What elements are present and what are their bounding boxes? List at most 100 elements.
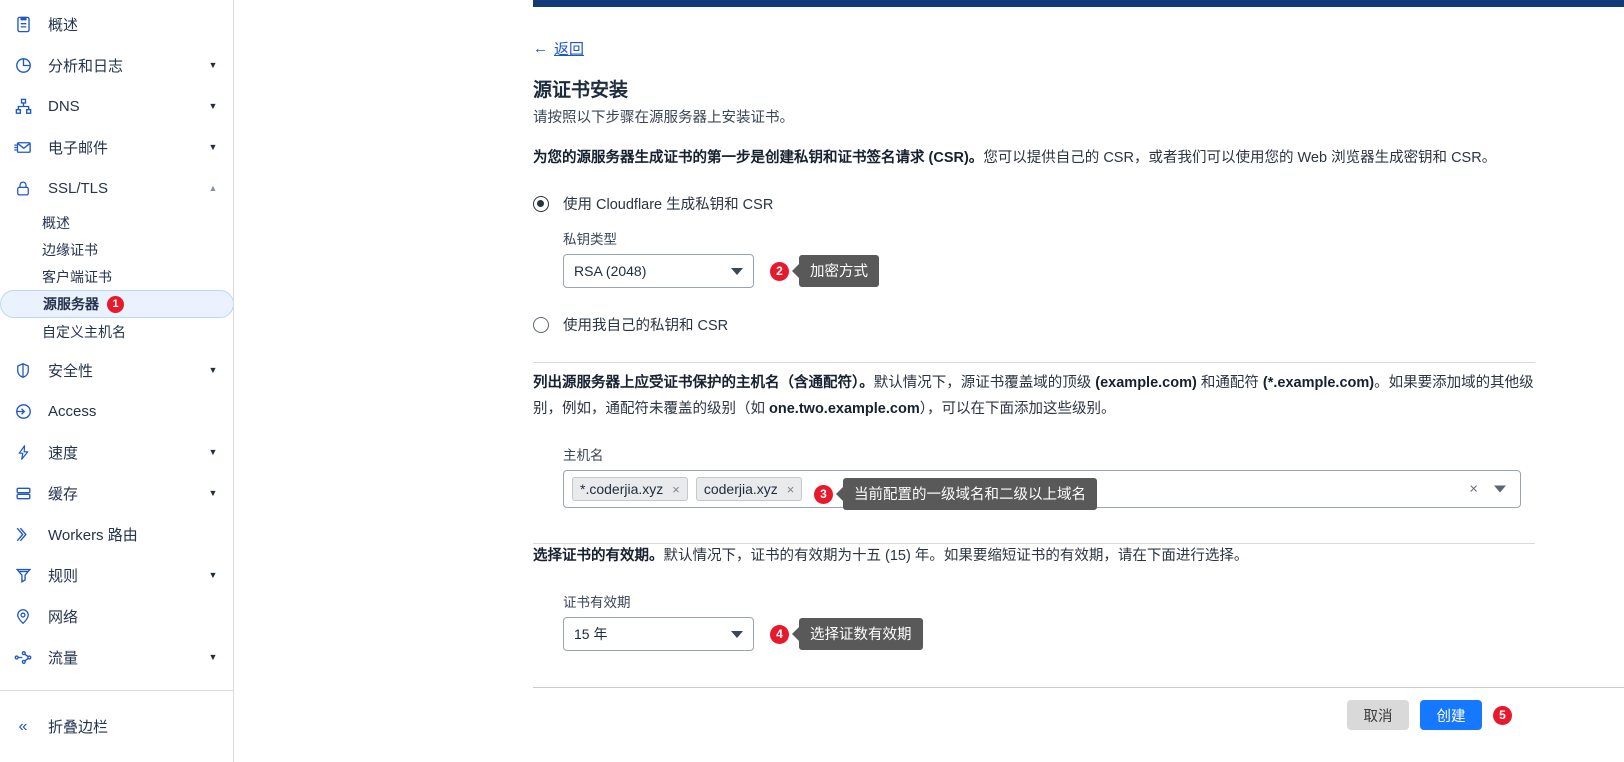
chevron-down-icon[interactable]: ▼ (206, 571, 220, 580)
sidebar-item-email[interactable]: 电子邮件 ▼ (0, 127, 233, 168)
sidebar-item-analytics[interactable]: 分析和日志 ▼ (0, 45, 233, 86)
sidebar-item-label: 速度 (48, 445, 79, 462)
sidebar-subitem-edge-certificates[interactable]: 边缘证书 (0, 236, 233, 263)
access-icon (10, 399, 36, 425)
cancel-button[interactable]: 取消 (1347, 700, 1409, 730)
sidebar-item-label: 安全性 (48, 363, 94, 380)
sitemap-icon (10, 94, 36, 120)
validity-paragraph: 选择证书的有效期。默认情况下，证书的有效期为十五 (15) 年。如果要缩短证书的… (533, 543, 1535, 569)
radio-option-cloudflare-generate[interactable]: 使用 Cloudflare 生成私钥和 CSR (533, 193, 1535, 214)
sidebar-item-network[interactable]: 网络 (0, 596, 233, 637)
annotation-2: 2 加密方式 (770, 255, 879, 287)
validity-paragraph-rest: 默认情况下，证书的有效期为十五 (15) 年。如果要缩短证书的有效期，请在下面进… (663, 548, 1249, 564)
chevron-down-icon[interactable] (1494, 485, 1506, 493)
validity-select[interactable]: 15 年 (563, 617, 754, 651)
lock-icon (10, 176, 36, 202)
close-icon[interactable]: × (672, 482, 680, 497)
key-type-label: 私钥类型 (563, 232, 617, 247)
sidebar-item-access[interactable]: Access (0, 391, 233, 432)
sidebar-subitem-origin-server[interactable]: 源服务器 1 (0, 290, 233, 318)
divider (533, 362, 1535, 363)
hostnames-paragraph-bold: 列出源服务器上应受证书保护的主机名（含通配符）。 (533, 375, 874, 391)
sidebar-item-label: Access (48, 403, 97, 420)
clear-all-icon[interactable]: × (1469, 481, 1478, 498)
chevron-down-icon[interactable]: ▼ (206, 366, 220, 375)
annotation-tooltip: 加密方式 (799, 255, 879, 287)
traffic-icon (10, 645, 36, 671)
sidebar-subitem-overview[interactable]: 概述 (0, 209, 233, 236)
sidebar-item-workers-routes[interactable]: Workers 路由 (0, 514, 233, 555)
chevron-down-icon[interactable]: ▼ (206, 448, 220, 457)
sidebar-item-label: 缓存 (48, 486, 79, 503)
sidebar-subitem-client-certificates[interactable]: 客户端证书 (0, 263, 233, 290)
validity-label: 证书有效期 (563, 595, 631, 610)
pie-chart-icon (10, 53, 36, 79)
annotation-number: 3 (814, 484, 833, 504)
clipboard-icon (10, 12, 36, 38)
sidebar-item-traffic[interactable]: 流量 ▼ (0, 637, 233, 678)
app-root: 概述 分析和日志 ▼ DNS ▼ 电子邮件 ▼ SSL/TLS ▲ 概述 边缘证… (0, 0, 1624, 762)
sidebar-item-dns[interactable]: DNS ▼ (0, 86, 233, 127)
create-button[interactable]: 创建 (1420, 700, 1482, 730)
key-type-value: RSA (2048) (574, 263, 647, 279)
sidebar-subitem-label: 边缘证书 (42, 241, 98, 258)
sidebar-item-label: 网络 (48, 609, 79, 626)
hostnames-section: 列出源服务器上应受证书保护的主机名（含通配符）。默认情况下，源证书覆盖域的顶级 … (533, 370, 1535, 544)
chevron-down-icon (731, 630, 743, 638)
sidebar-subitem-label: 客户端证书 (42, 268, 112, 285)
footer-actions: 取消 创建 5 (1347, 700, 1512, 730)
sidebar-item-cache[interactable]: 缓存 ▼ (0, 473, 233, 514)
chevron-up-icon[interactable]: ▲ (206, 184, 220, 193)
chevron-down-icon[interactable]: ▼ (206, 143, 220, 152)
validity-field-group: 证书有效期 15 年 4 选择证数有效期 (563, 591, 1535, 651)
sidebar-item-security[interactable]: 安全性 ▼ (0, 350, 233, 391)
annotation-4: 4 选择证数有效期 (770, 618, 923, 650)
sidebar: 概述 分析和日志 ▼ DNS ▼ 电子邮件 ▼ SSL/TLS ▲ 概述 边缘证… (0, 0, 234, 762)
chevron-down-icon[interactable]: ▼ (206, 653, 220, 662)
radio-cloudflare-generate[interactable] (533, 195, 549, 212)
sidebar-subitem-custom-hostnames[interactable]: 自定义主机名 (0, 318, 233, 345)
radio-option-own-key[interactable]: 使用我自己的私钥和 CSR (533, 314, 1535, 335)
hostnames-example-wildcard: (*.example.com) (1262, 375, 1375, 391)
main-content: ← 返回 源证书安装 请按照以下步骤在源服务器上安装证书。 为您的源服务器生成证… (234, 0, 1624, 762)
sidebar-collapse-button[interactable]: « 折叠边栏 (0, 690, 233, 762)
hostnames-text-2: 和通配符 (1196, 375, 1263, 391)
sidebar-item-overview[interactable]: 概述 (0, 4, 233, 45)
sidebar-item-label: Workers 路由 (48, 527, 138, 544)
sidebar-scroll-area[interactable]: 概述 分析和日志 ▼ DNS ▼ 电子邮件 ▼ SSL/TLS ▲ 概述 边缘证… (0, 0, 233, 690)
validity-value: 15 年 (574, 626, 608, 642)
pin-icon (10, 604, 36, 630)
chevron-down-icon[interactable]: ▼ (206, 61, 220, 70)
hostname-token[interactable]: coderjia.xyz × (695, 477, 803, 501)
chevron-down-icon (731, 267, 743, 275)
csr-paragraph-bold: 为您的源服务器生成证书的第一步是创建私钥和证书签名请求 (CSR)。 (533, 150, 984, 166)
chevron-down-icon[interactable]: ▼ (206, 102, 220, 111)
sidebar-item-speed[interactable]: 速度 ▼ (0, 432, 233, 473)
sidebar-subitem-label: 源服务器 (43, 296, 99, 312)
sidebar-item-rules[interactable]: 规则 ▼ (0, 555, 233, 596)
annotation-number: 2 (770, 261, 789, 281)
database-icon (10, 481, 36, 507)
validity-paragraph-bold: 选择证书的有效期。 (533, 548, 664, 564)
footer-action-bar: 取消 创建 5 (533, 687, 1624, 762)
close-icon[interactable]: × (787, 482, 795, 497)
sidebar-item-ssltls[interactable]: SSL/TLS ▲ (0, 168, 233, 209)
sidebar-item-clipped[interactable] (0, 678, 233, 690)
arrow-left-icon: ← (533, 40, 548, 57)
hostnames-text-1: 默认情况下，源证书覆盖域的顶级 (873, 375, 1096, 391)
chevron-down-icon[interactable]: ▼ (206, 489, 220, 498)
top-accent-bar (533, 0, 1624, 7)
back-link-label: 返回 (554, 41, 585, 58)
key-type-select[interactable]: RSA (2048) (563, 254, 754, 288)
hostname-token[interactable]: *.coderjia.xyz × (572, 477, 688, 501)
back-link[interactable]: ← 返回 (533, 38, 584, 59)
annotation-tooltip: 选择证数有效期 (799, 618, 923, 650)
radio-own-key[interactable] (533, 316, 549, 333)
sidebar-item-label: DNS (48, 98, 80, 115)
sidebar-item-label: 规则 (48, 568, 79, 585)
page-subtitle: 请按照以下步骤在源服务器上安装证书。 (533, 110, 794, 126)
annotation-5: 5 (1493, 705, 1512, 725)
sidebar-subitem-label: 概述 (42, 214, 70, 231)
csr-paragraph-rest: 您可以提供自己的 CSR，或者我们可以使用您的 Web 浏览器生成密钥和 CSR… (983, 150, 1497, 166)
hostnames-example-domain: (example.com) (1095, 375, 1197, 391)
